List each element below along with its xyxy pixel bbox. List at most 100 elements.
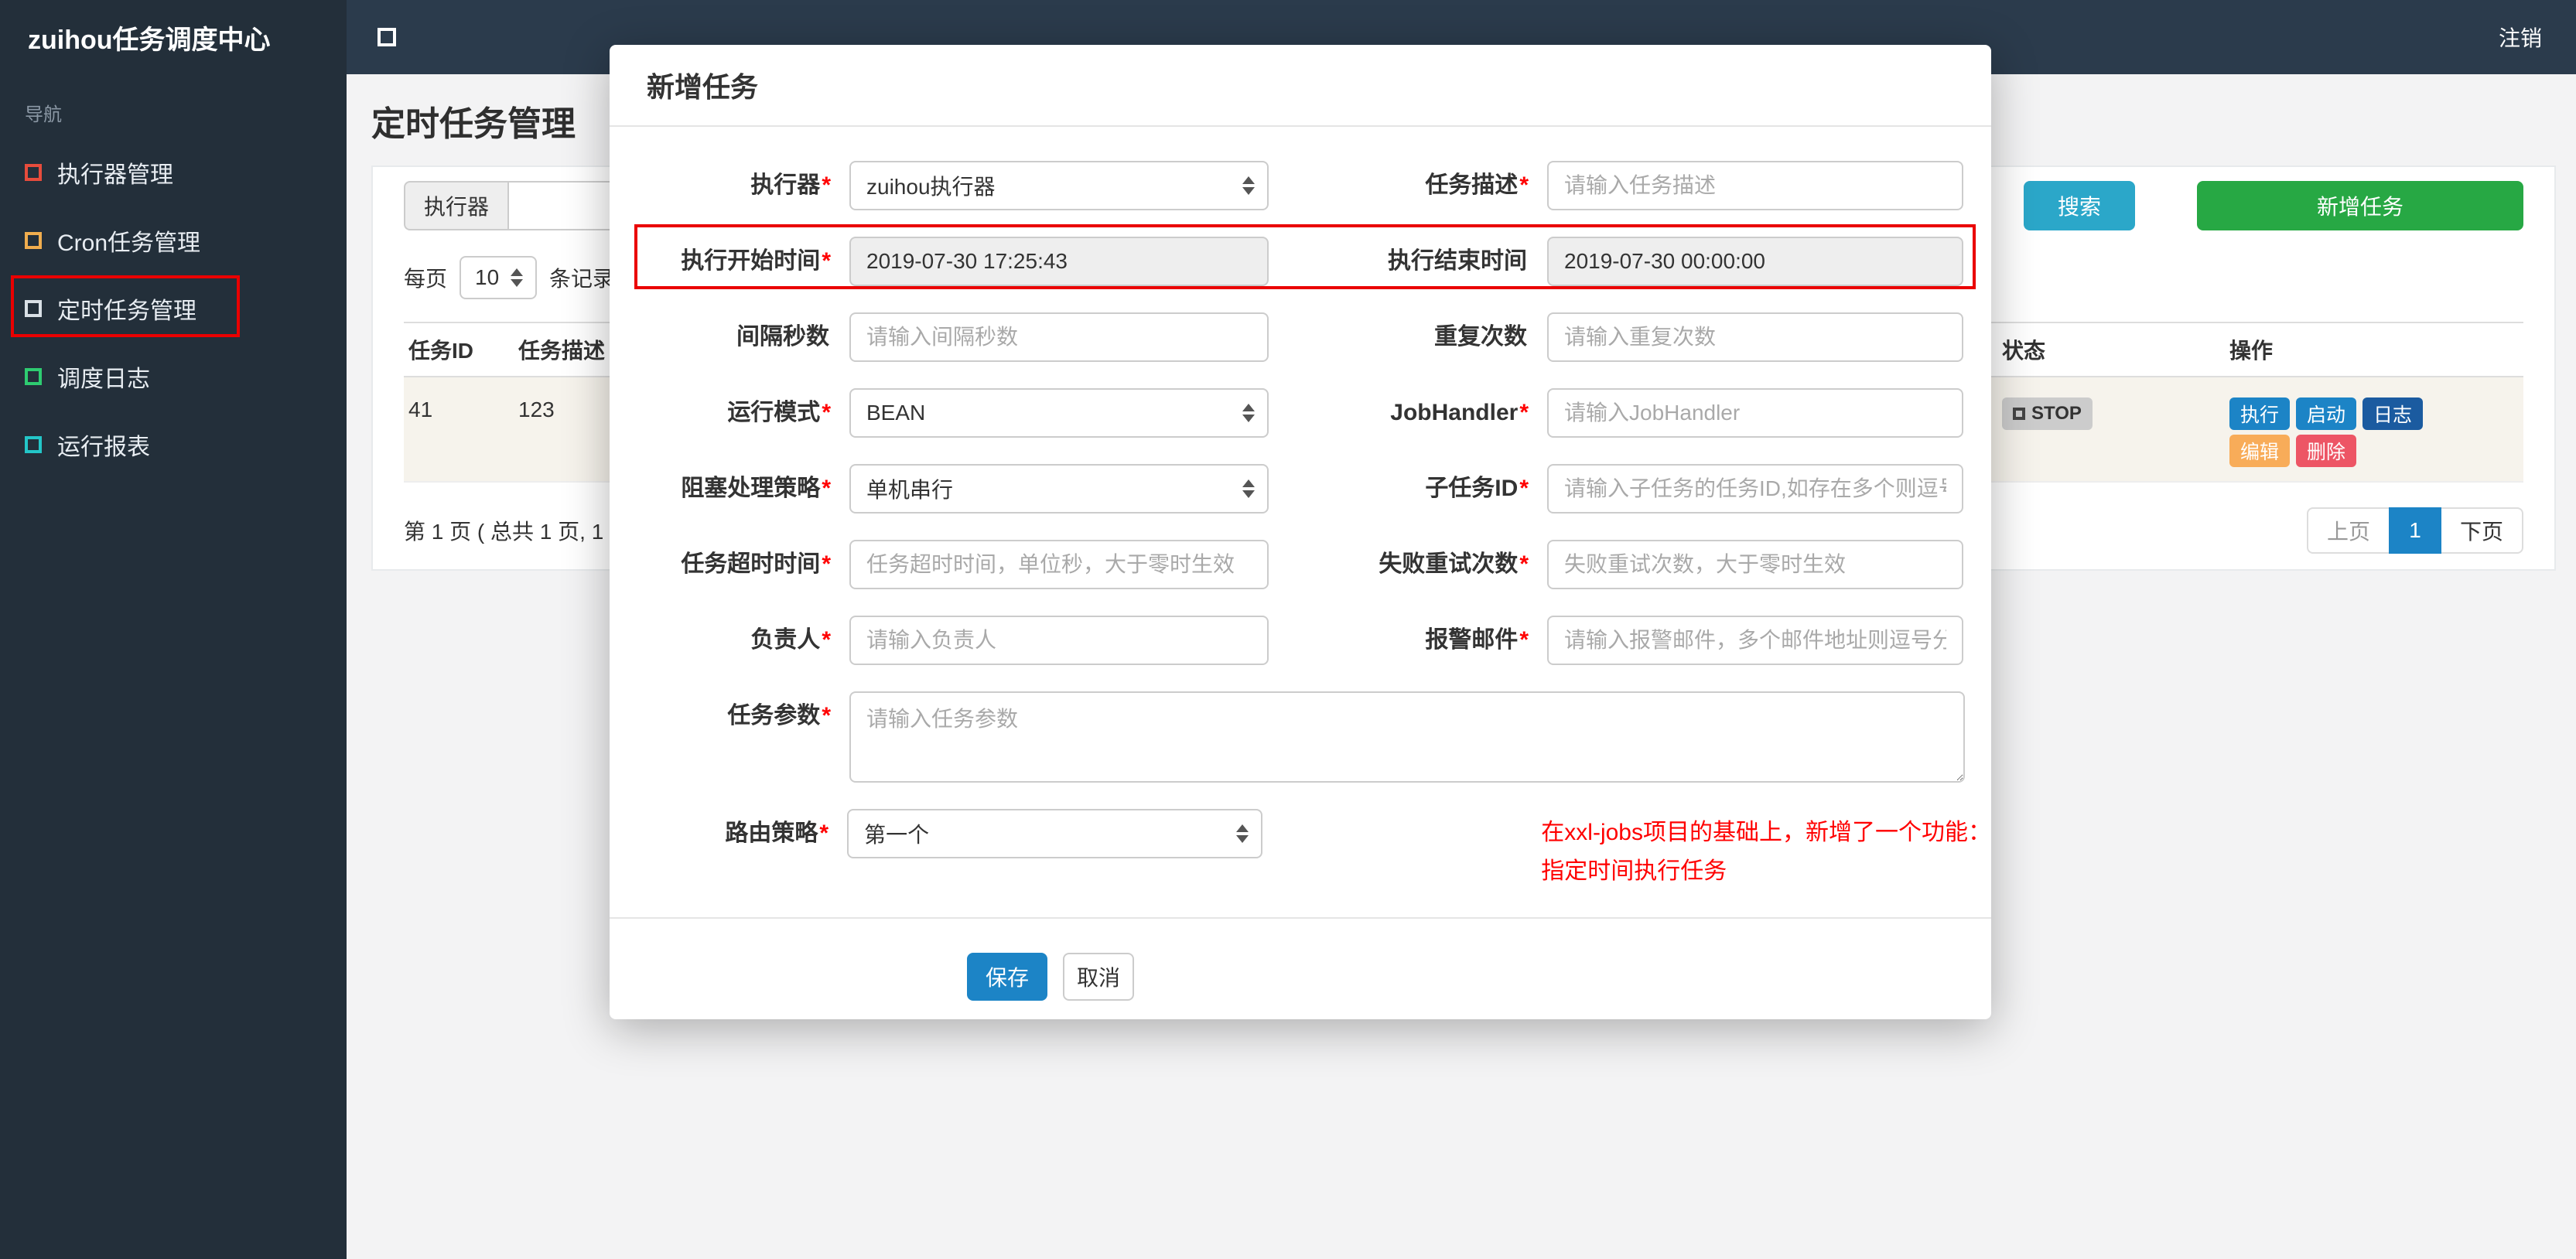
sidebar-item-label: 调度日志 [57, 367, 150, 392]
sidebar-item-label: 运行报表 [57, 435, 150, 460]
brand-title: zuihou任务调度中心 [28, 25, 271, 55]
pagination-next-button[interactable]: 下页 [2441, 507, 2523, 554]
form-row: 执行器 * zuihou执行器 任务描述 * [610, 161, 1991, 210]
jobhandler-input[interactable] [1547, 388, 1963, 438]
end-time-input[interactable] [1547, 237, 1963, 286]
child-job-id-label: 子任务ID * [1425, 476, 1529, 501]
header-task-id: 任务ID [408, 339, 474, 363]
pagination-prev-button[interactable]: 上页 [2306, 507, 2389, 554]
per-page-select[interactable]: 10 [460, 256, 538, 299]
form-row: 路由策略 * 第一个 在xxl-jobs项目的基础上，新增了一个功能： 指定时间执… [610, 809, 1991, 891]
action-start-button[interactable]: 启动 [2296, 397, 2357, 430]
form-row: 执行开始时间* 执行结束时间 [610, 237, 1991, 286]
run-mode-select[interactable]: BEAN [849, 388, 1269, 438]
sidebar-item-schedule-log[interactable]: 调度日志 [0, 343, 347, 411]
repeat-count-input[interactable] [1547, 312, 1963, 362]
run-report-icon [25, 436, 42, 453]
cell-task-id: 41 [408, 397, 433, 421]
form-row: 运行模式 * BEAN JobHandler * [610, 388, 1991, 438]
block-strategy-label: 阻塞处理策略 * [681, 476, 831, 501]
form-row: 阻塞处理策略 * 单机串行 子任务ID * [610, 464, 1991, 513]
select-arrows-icon [511, 268, 523, 287]
block-strategy-select-value: 单机串行 [866, 478, 954, 502]
repeat-count-label: 重复次数 [1434, 324, 1527, 350]
feature-note-line2: 指定时间执行任务 [1541, 858, 1727, 884]
select-arrows-icon [1242, 479, 1255, 498]
save-button[interactable]: 保存 [967, 953, 1047, 1001]
sidebar-item-label: 定时任务管理 [57, 299, 196, 324]
action-log-button[interactable]: 日志 [2362, 397, 2424, 430]
executor-filter-label: 执行器 [404, 181, 508, 230]
per-page-prefix: 每页 [404, 267, 448, 291]
sidebar-item-label: Cron任务管理 [57, 230, 201, 256]
retry-count-label: 失败重试次数 * [1379, 551, 1529, 577]
cancel-button[interactable]: 取消 [1063, 953, 1134, 1001]
modal-title: 新增任务 [647, 71, 759, 103]
sidebar-item-timed-task-mgmt[interactable]: 定时任务管理 [0, 275, 347, 343]
modal-header: 新增任务 [610, 45, 1991, 127]
select-arrows-icon [1242, 176, 1255, 195]
pager: 上页 1 下页 [2306, 507, 2523, 554]
cell-status: STOP [2002, 377, 2229, 481]
sidebar-toggle-icon[interactable] [378, 28, 396, 46]
per-page-value: 10 [475, 265, 500, 289]
route-strategy-select-value: 第一个 [864, 823, 930, 847]
job-desc-label: 任务描述 * [1425, 172, 1529, 198]
add-task-modal: 新增任务 执行器* zuihou执行器 任务描述* 执行开始时间* 执行结束时间… [610, 45, 1991, 1019]
run-mode-label: 运行模式 * [727, 400, 831, 425]
alarm-email-input[interactable] [1547, 616, 1963, 665]
timeout-input[interactable] [849, 540, 1269, 589]
job-param-label: 任务参数 * [727, 703, 831, 728]
block-strategy-select[interactable]: 单机串行 [849, 464, 1269, 513]
sidebar-nav-label: 导航 [25, 104, 62, 125]
cell-actions: 执行 启动 日志 编辑 删除 [2229, 377, 2523, 481]
owner-label: 负责人 * [750, 627, 831, 653]
pagination-page-1-button[interactable]: 1 [2388, 507, 2441, 554]
status-badge-label: STOP [2031, 403, 2082, 424]
child-job-id-input[interactable] [1547, 464, 1963, 513]
add-task-button[interactable]: 新增任务 [2197, 181, 2523, 230]
schedule-log-icon [25, 368, 42, 385]
interval-seconds-label: 间隔秒数 [736, 324, 829, 350]
logout-link[interactable]: 注销 [2499, 22, 2542, 53]
action-edit-button[interactable]: 编辑 [2229, 435, 2291, 467]
route-strategy-select[interactable]: 第一个 [847, 809, 1263, 858]
sidebar-item-cron-task-mgmt[interactable]: Cron任务管理 [0, 206, 347, 275]
header-actions: 操作 [2229, 339, 2274, 363]
start-time-label: 执行开始时间 * [681, 248, 831, 274]
search-button[interactable]: 搜索 [2024, 181, 2135, 230]
modal-footer: 保存 取消 [610, 919, 1491, 1001]
executor-label: 执行器 * [750, 172, 831, 198]
sidebar: 导航 执行器管理 Cron任务管理 定时任务管理 调度日志 运行报表 [0, 74, 347, 1259]
sidebar-item-executor-mgmt[interactable]: 执行器管理 [0, 138, 347, 206]
select-arrows-icon [1236, 824, 1249, 843]
executor-select[interactable]: zuihou执行器 [849, 161, 1269, 210]
end-time-label: 执行结束时间 [1388, 248, 1527, 274]
jobhandler-label: JobHandler * [1390, 400, 1529, 425]
form-row: 间隔秒数 重复次数 [610, 312, 1991, 362]
header-status: 状态 [2002, 339, 2046, 363]
action-buttons: 执行 启动 日志 编辑 删除 [2229, 397, 2434, 467]
start-time-input[interactable] [849, 237, 1269, 286]
job-param-textarea[interactable] [849, 691, 1965, 783]
timed-task-icon [25, 300, 42, 317]
action-execute-button[interactable]: 执行 [2229, 397, 2291, 430]
stop-icon [2013, 408, 2025, 420]
sidebar-item-label: 执行器管理 [57, 162, 173, 188]
feature-note: 在xxl-jobs项目的基础上，新增了一个功能： 指定时间执行任务 [1541, 809, 1991, 891]
route-strategy-label: 路由策略 * [725, 821, 829, 846]
form-row: 负责人* 报警邮件* [610, 616, 1991, 665]
action-delete-button[interactable]: 删除 [2296, 435, 2357, 467]
brand: zuihou任务调度中心 [0, 0, 347, 74]
job-desc-input[interactable] [1547, 161, 1963, 210]
select-arrows-icon [1242, 404, 1255, 422]
interval-seconds-input[interactable] [849, 312, 1269, 362]
form-row: 任务参数 * [610, 691, 1991, 783]
per-page-suffix: 条记录 [549, 267, 615, 291]
timeout-label: 任务超时时间 * [681, 551, 831, 577]
feature-note-line1: 在xxl-jobs项目的基础上，新增了一个功能： [1541, 820, 1991, 845]
retry-count-input[interactable] [1547, 540, 1963, 589]
alarm-email-label: 报警邮件 * [1425, 627, 1529, 653]
sidebar-item-run-report[interactable]: 运行报表 [0, 411, 347, 479]
owner-input[interactable] [849, 616, 1269, 665]
